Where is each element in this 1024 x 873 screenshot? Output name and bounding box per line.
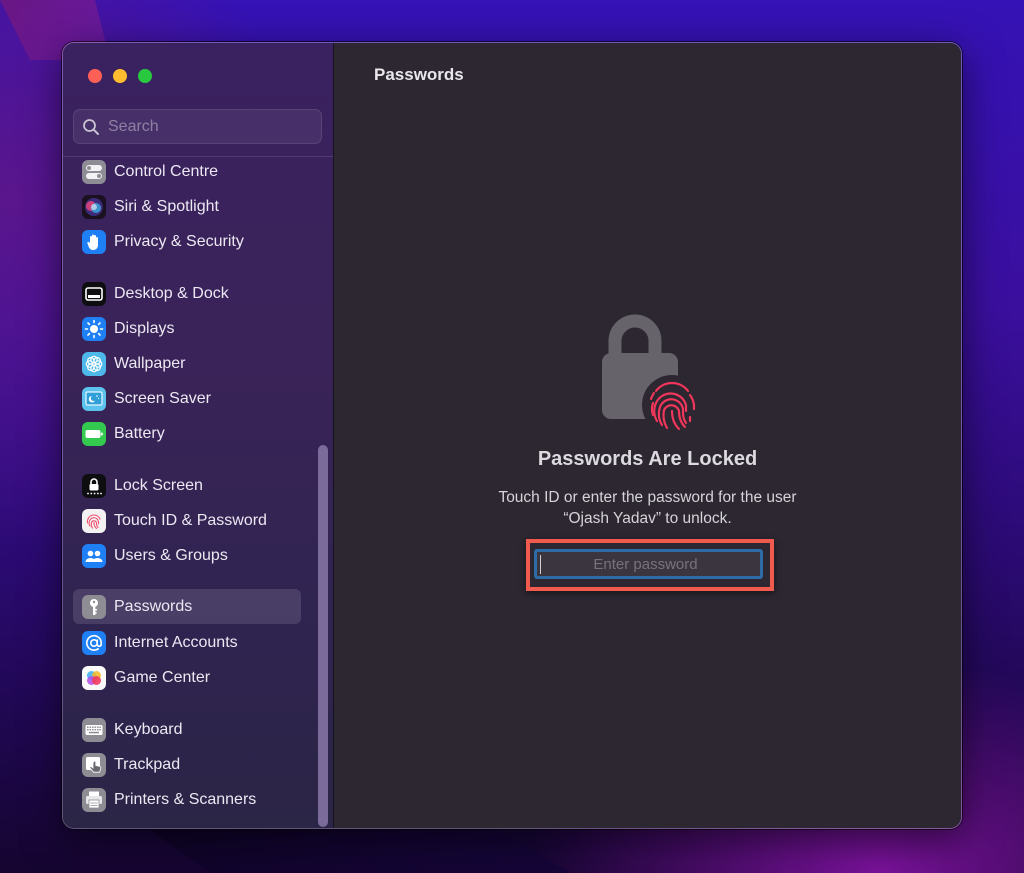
sidebar-item-label: Trackpad bbox=[114, 755, 181, 773]
flower-icon bbox=[82, 351, 106, 376]
sidebar-item-privacy-security[interactable]: Privacy & Security bbox=[73, 224, 301, 259]
page-title: Passwords bbox=[374, 65, 464, 84]
sidebar-item-label: Wallpaper bbox=[114, 354, 186, 372]
sidebar-item-wallpaper[interactable]: Wallpaper bbox=[73, 346, 301, 381]
sidebar-item-displays[interactable]: Displays bbox=[73, 311, 301, 346]
search-input[interactable] bbox=[108, 117, 308, 136]
siri-icon bbox=[82, 194, 106, 219]
locked-description-line: “Ojash Yadav” to unlock. bbox=[563, 510, 732, 527]
sidebar-item-label: Passwords bbox=[114, 597, 193, 615]
screen-saver-icon bbox=[82, 386, 106, 411]
sidebar-item-trackpad[interactable]: Trackpad bbox=[73, 747, 301, 782]
locked-illustration bbox=[596, 307, 702, 435]
password-field[interactable] bbox=[534, 549, 763, 579]
sidebar-item-desktop-dock[interactable]: Desktop & Dock bbox=[73, 276, 301, 311]
sidebar: Control Centre Siri & Spotlight bbox=[63, 43, 334, 828]
sidebar-item-label: Lock Screen bbox=[114, 476, 203, 494]
sidebar-item-keyboard[interactable]: Keyboard bbox=[73, 712, 301, 747]
key-icon bbox=[82, 594, 106, 619]
locked-description: Touch ID or enter the password for the u… bbox=[334, 487, 961, 529]
control-centre-icon bbox=[82, 159, 106, 184]
sidebar-item-label: Internet Accounts bbox=[114, 633, 238, 651]
sidebar-item-label: Keyboard bbox=[114, 720, 183, 738]
sidebar-item-label: Touch ID & Password bbox=[114, 511, 267, 529]
window-controls bbox=[88, 69, 152, 83]
locked-description-line: Touch ID or enter the password for the u… bbox=[498, 489, 797, 506]
at-sign-icon bbox=[82, 630, 106, 655]
fingerprint-icon bbox=[649, 381, 696, 431]
system-settings-window: Control Centre Siri & Spotlight bbox=[62, 42, 962, 829]
sidebar-item-label: Privacy & Security bbox=[114, 232, 244, 250]
zoom-button[interactable] bbox=[138, 69, 152, 83]
close-button[interactable] bbox=[88, 69, 102, 83]
dock-icon bbox=[82, 281, 106, 306]
sidebar-item-siri-spotlight[interactable]: Siri & Spotlight bbox=[73, 189, 301, 224]
sidebar-item-internet-accounts[interactable]: Internet Accounts bbox=[73, 625, 301, 660]
sidebar-item-label: Control Centre bbox=[114, 162, 219, 180]
sidebar-item-label: Desktop & Dock bbox=[114, 284, 229, 302]
sidebar-item-label: Game Center bbox=[114, 668, 211, 686]
game-center-icon bbox=[82, 665, 106, 690]
sidebar-item-lock-screen[interactable]: Lock Screen bbox=[73, 468, 301, 503]
sidebar-item-game-center[interactable]: Game Center bbox=[73, 660, 301, 695]
battery-icon bbox=[82, 421, 106, 446]
sidebar-scrollbar[interactable] bbox=[318, 445, 328, 827]
keyboard-icon bbox=[82, 717, 106, 742]
users-icon bbox=[82, 543, 106, 568]
search-field[interactable] bbox=[73, 109, 322, 144]
sidebar-item-battery[interactable]: Battery bbox=[73, 416, 301, 451]
fingerprint-icon bbox=[82, 508, 106, 533]
sidebar-item-label: Screen Saver bbox=[114, 389, 211, 407]
printer-icon bbox=[82, 787, 106, 812]
trackpad-icon bbox=[82, 752, 106, 777]
sidebar-item-touch-id-password[interactable]: Touch ID & Password bbox=[73, 503, 301, 538]
lock-screen-icon bbox=[82, 473, 106, 498]
sidebar-item-label: Users & Groups bbox=[114, 546, 228, 564]
hand-icon bbox=[82, 229, 106, 254]
sidebar-item-label: Displays bbox=[114, 319, 175, 337]
wallpaper-shape bbox=[150, 830, 570, 873]
sidebar-item-label: Printers & Scanners bbox=[114, 790, 257, 808]
locked-title: Passwords Are Locked bbox=[537, 448, 758, 470]
sidebar-item-screen-saver[interactable]: Screen Saver bbox=[73, 381, 301, 416]
sidebar-item-users-groups[interactable]: Users & Groups bbox=[73, 538, 301, 573]
password-input[interactable] bbox=[541, 555, 760, 573]
sidebar-item-printers-scanners[interactable]: Printers & Scanners bbox=[73, 782, 301, 817]
sidebar-item-passwords[interactable]: Passwords bbox=[73, 589, 301, 624]
content-pane: Passwords Passwords Are Locked Touch ID … bbox=[334, 43, 961, 828]
sidebar-item-control-centre[interactable]: Control Centre bbox=[73, 154, 301, 189]
sun-icon bbox=[82, 316, 106, 341]
search-icon bbox=[83, 118, 99, 135]
minimize-button[interactable] bbox=[113, 69, 127, 83]
sidebar-item-label: Siri & Spotlight bbox=[114, 197, 219, 215]
sidebar-item-label: Battery bbox=[114, 424, 165, 442]
